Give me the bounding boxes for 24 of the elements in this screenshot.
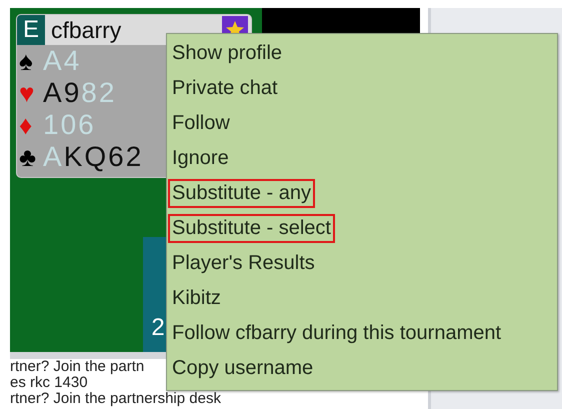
chat-line: es rkc 1430 [10,375,88,391]
suit-symbol: ♣ [19,142,40,172]
card-rank[interactable]: 9 [64,77,82,109]
menu-item[interactable]: Player's Results [168,249,319,278]
card-rank[interactable]: 2 [126,141,144,173]
suit-symbol: ♥ [19,78,38,108]
menu-item[interactable]: Follow cfbarry during this tournament [168,319,506,348]
suit-symbol: ♦ [19,110,36,140]
card-rank[interactable]: Q [84,141,108,173]
chat-line: rtner? Join the partn [10,359,144,375]
card-rank[interactable]: K [64,141,84,173]
card-rank[interactable]: 6 [108,141,126,173]
menu-item[interactable]: Kibitz [168,284,225,313]
menu-item[interactable]: Substitute - select [168,214,335,243]
menu-item[interactable]: Ignore [168,144,233,173]
chat-line: rtner? Join the partnership desk [10,391,221,407]
card-rank[interactable]: A [43,77,64,109]
menu-item[interactable]: Follow [168,109,234,138]
table-number: 2 [151,314,165,342]
menu-item[interactable]: Private chat [168,74,282,103]
menu-item[interactable]: Substitute - any [168,179,315,208]
menu-item[interactable]: Copy username [168,354,318,383]
suit-symbol: ♠ [19,46,36,76]
seat-label: E [17,15,45,45]
